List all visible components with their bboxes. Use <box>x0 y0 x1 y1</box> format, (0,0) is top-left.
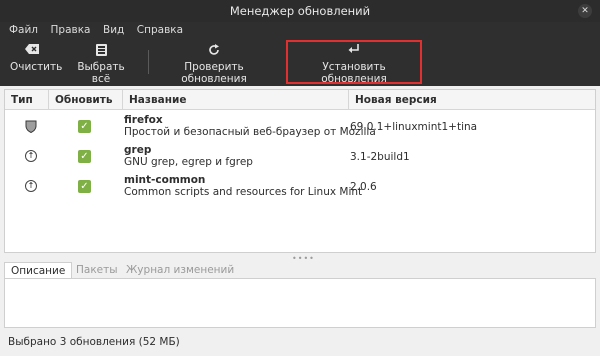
column-type[interactable]: Тип <box>5 90 49 110</box>
title-bar: Менеджер обновлений ✕ <box>0 0 600 22</box>
tab-packages[interactable]: Пакеты <box>70 262 124 278</box>
backspace-icon <box>10 44 54 58</box>
check-updates-button[interactable]: Проверить обновления <box>156 44 272 85</box>
package-description: Common scripts and resources for Linux M… <box>124 186 363 198</box>
menu-file[interactable]: Файл <box>9 22 38 38</box>
tab-description[interactable]: Описание <box>4 262 73 278</box>
select-all-button[interactable]: Выбрать всё <box>70 44 132 85</box>
package-description: Простой и безопасный веб-браузер от Mozi… <box>124 126 376 138</box>
table-row[interactable]: ✓ firefox Простой и безопасный веб-брауз… <box>5 112 595 142</box>
package-name-cell: mint-common Common scripts and resources… <box>124 174 362 198</box>
upgrade-arrow-icon: ↑ <box>25 150 39 164</box>
menu-view[interactable]: Вид <box>103 22 124 38</box>
menu-edit[interactable]: Правка <box>51 22 91 38</box>
upgrade-arrow-icon: ↑ <box>25 180 39 194</box>
close-icon[interactable]: ✕ <box>578 4 592 18</box>
menu-bar: Файл Правка Вид Справка <box>0 22 600 38</box>
select-all-label: Выбрать всё <box>77 61 125 85</box>
updates-table: Тип Обновить Название Новая версия ✓ fir… <box>4 89 596 253</box>
column-version[interactable]: Новая версия <box>349 90 595 110</box>
column-name[interactable]: Название <box>123 90 349 110</box>
clear-label: Очистить <box>10 61 63 73</box>
window-title: Менеджер обновлений <box>229 4 371 18</box>
update-checkbox[interactable]: ✓ <box>78 180 91 193</box>
package-version: 3.1-2build1 <box>350 151 410 163</box>
shield-icon <box>25 120 39 134</box>
package-name: grep <box>124 144 152 156</box>
toolbar-separator <box>148 50 149 74</box>
table-row[interactable]: ↑ ✓ mint-common Common scripts and resou… <box>5 172 595 202</box>
update-checkbox[interactable]: ✓ <box>78 120 91 133</box>
table-row[interactable]: ↑ ✓ grep GNU grep, egrep и fgrep 3.1-2bu… <box>5 142 595 172</box>
status-text: Выбрано 3 обновления (52 МБ) <box>8 336 180 348</box>
package-name: mint-common <box>124 174 206 186</box>
menu-help[interactable]: Справка <box>137 22 183 38</box>
package-name: firefox <box>124 114 163 126</box>
refresh-icon <box>156 44 272 58</box>
check-updates-label: Проверить обновления <box>181 61 247 85</box>
package-version: 69.0.1+linuxmint1+tina <box>350 121 478 133</box>
package-name-cell: grep GNU grep, egrep и fgrep <box>124 144 253 168</box>
description-panel <box>4 278 596 328</box>
tab-changelog[interactable]: Журнал изменений <box>120 262 240 278</box>
package-version: 2.0.6 <box>350 181 377 193</box>
update-checkbox[interactable]: ✓ <box>78 150 91 163</box>
package-name-cell: firefox Простой и безопасный веб-браузер… <box>124 114 376 138</box>
package-description: GNU grep, egrep и fgrep <box>124 156 253 168</box>
update-manager-window: Менеджер обновлений ✕ Файл Правка Вид Сп… <box>0 0 600 356</box>
install-highlight-box <box>286 40 422 84</box>
select-all-icon <box>70 44 132 58</box>
table-header: Тип Обновить Название Новая версия <box>5 90 595 110</box>
clear-button[interactable]: Очистить <box>10 44 62 73</box>
details-tabs: Описание Пакеты Журнал изменений <box>4 262 596 278</box>
column-update[interactable]: Обновить <box>49 90 123 110</box>
